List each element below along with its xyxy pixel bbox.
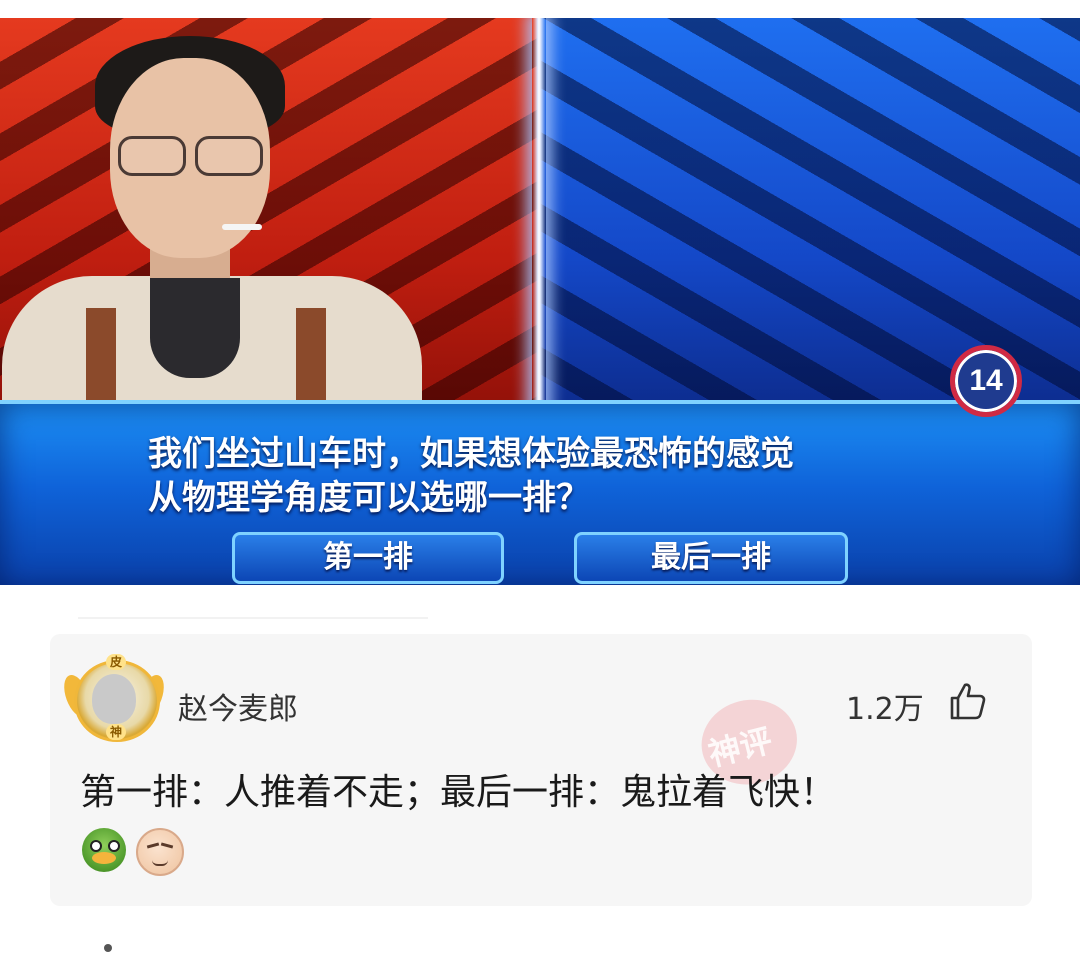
like-count: 1.2万 bbox=[846, 692, 924, 727]
lightning-divider bbox=[532, 18, 546, 418]
avatar-face bbox=[92, 674, 136, 724]
comment-username[interactable]: 赵今麦郎 bbox=[178, 684, 298, 728]
avatar-badge-bottom: 神 bbox=[106, 724, 127, 740]
question-line-2: 从物理学角度可以选哪一排？ bbox=[148, 478, 590, 518]
partial-next-item bbox=[104, 944, 112, 952]
avatar[interactable]: 皮 神 bbox=[59, 654, 169, 742]
contestant-left bbox=[0, 18, 430, 418]
answer-option-a: 第一排 bbox=[232, 532, 504, 584]
question-number-badge: 14 bbox=[950, 345, 1022, 417]
thumbs-up-icon[interactable] bbox=[946, 680, 988, 722]
avatar-badge-top: 皮 bbox=[106, 654, 127, 670]
divider bbox=[78, 617, 428, 619]
question-line-1: 我们坐过山车时，如果想体验最恐怖的感觉 bbox=[148, 434, 794, 474]
comment-text: 第一排：人推着不走；最后一排：鬼拉着飞快！ bbox=[80, 772, 837, 813]
contestant-left-panel bbox=[0, 18, 540, 418]
answer-option-b: 最后一排 bbox=[574, 532, 848, 584]
duck-emoji bbox=[82, 828, 126, 872]
smirk-face-emoji bbox=[136, 828, 184, 876]
question-text: 我们坐过山车时，如果想体验最恐怖的感觉 从物理学角度可以选哪一排？ bbox=[148, 432, 948, 520]
